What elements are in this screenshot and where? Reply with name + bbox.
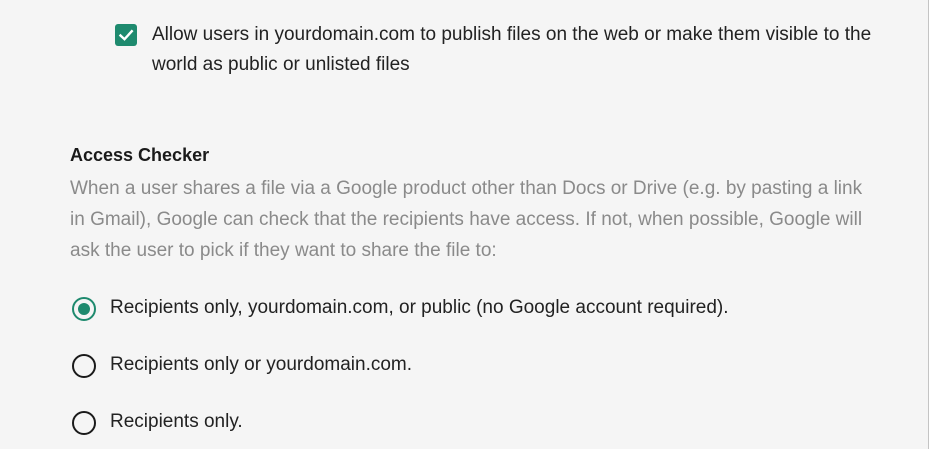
radio-button[interactable] — [72, 354, 96, 378]
access-checker-description: When a user shares a file via a Google p… — [70, 178, 863, 261]
radio-option-label[interactable]: Recipients only. — [110, 408, 243, 436]
radio-option-label[interactable]: Recipients only or yourdomain.com. — [110, 351, 412, 379]
access-checker-title: Access Checker — [70, 145, 210, 165]
radio-option-recipients[interactable]: Recipients only. — [70, 408, 870, 438]
publish-files-label[interactable]: Allow users in yourdomain.com to publish… — [152, 20, 892, 80]
radio-option-domain[interactable]: Recipients only or yourdomain.com. — [70, 351, 870, 381]
radio-option-public[interactable]: Recipients only, yourdomain.com, or publ… — [70, 294, 870, 324]
radio-button-selected[interactable] — [72, 297, 96, 321]
publish-files-checkbox[interactable] — [115, 24, 137, 46]
page-background — [929, 0, 940, 449]
radio-button[interactable] — [72, 411, 96, 435]
radio-option-label[interactable]: Recipients only, yourdomain.com, or publ… — [110, 294, 729, 322]
checkmark-icon — [118, 29, 134, 41]
settings-panel: Allow users in yourdomain.com to publish… — [0, 0, 929, 449]
